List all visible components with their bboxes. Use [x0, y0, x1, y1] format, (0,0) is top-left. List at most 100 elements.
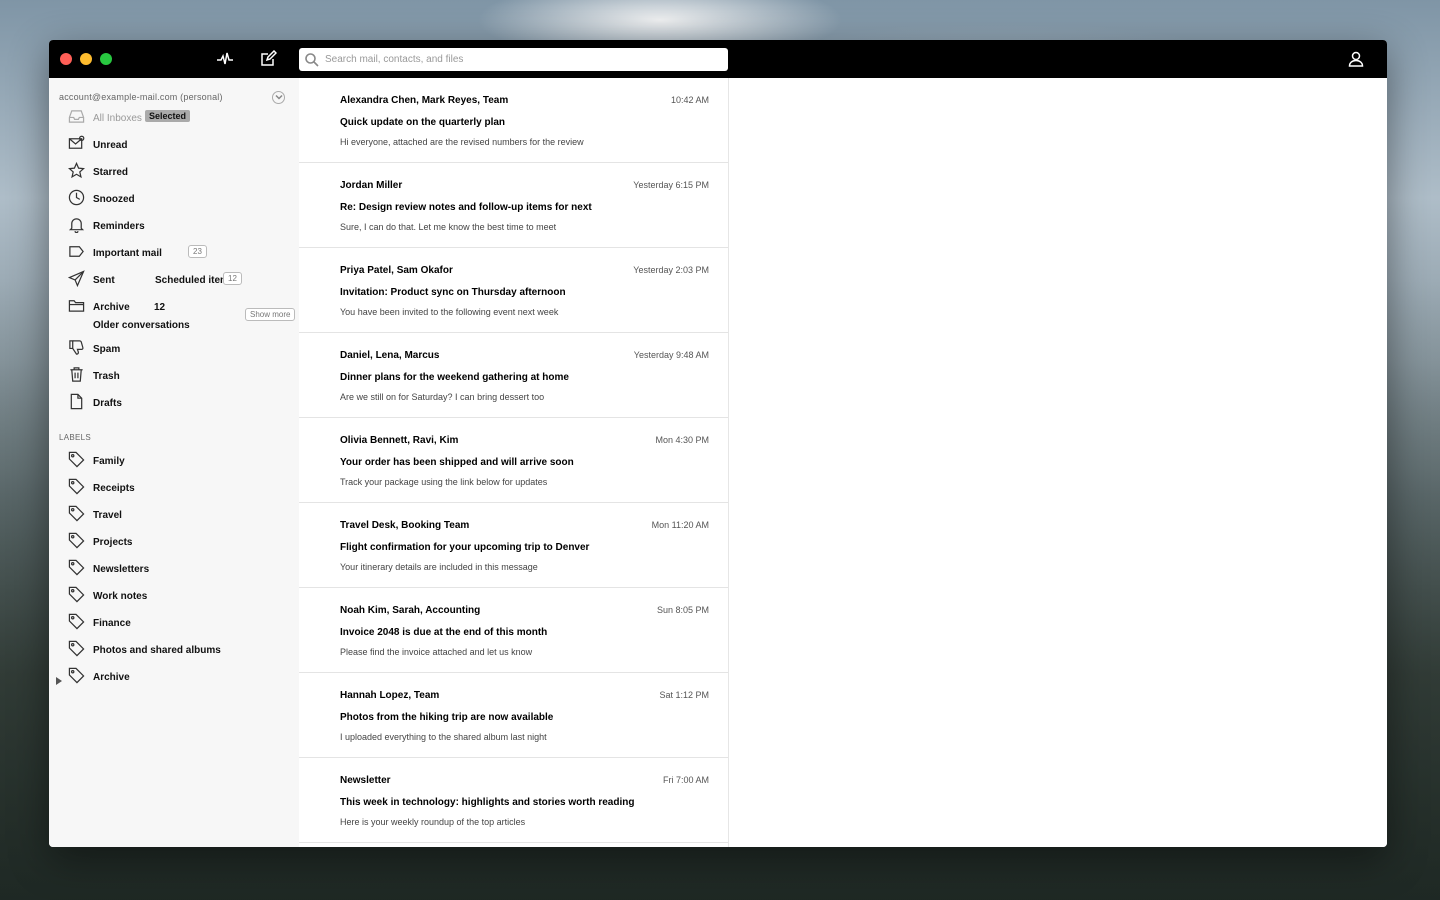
- message-row[interactable]: Noah Kim, Sarah, Accounting Sun 8:05 PM …: [299, 588, 728, 673]
- sidebar-item-reminders[interactable]: Reminders: [49, 213, 299, 240]
- message-preview: Track your package using the link below …: [340, 477, 548, 487]
- message-preview: Your itinerary details are included in t…: [340, 562, 538, 572]
- sidebar-item-unread[interactable]: Unread: [49, 132, 299, 159]
- minimize-button[interactable]: [80, 53, 92, 65]
- chevron-down-icon[interactable]: [272, 90, 285, 104]
- activity-icon[interactable]: [216, 50, 234, 68]
- message-subject: This week in technology: highlights and …: [340, 797, 635, 808]
- draft-icon: [68, 393, 86, 411]
- tag-icon: [68, 532, 86, 550]
- sidebar-label-item[interactable]: Projects: [49, 529, 299, 556]
- message-preview: Are we still on for Saturday? I can brin…: [340, 392, 545, 402]
- sidebar-item-label: Finance: [93, 618, 131, 629]
- sidebar-item-archive[interactable]: Archive 12 Older conversations Show more: [49, 294, 299, 338]
- search-bar[interactable]: [299, 48, 728, 71]
- message-subject: Invitation: Product sync on Thursday aft…: [340, 287, 566, 298]
- compose-icon[interactable]: [259, 49, 278, 68]
- sidebar-item-label: All Inboxes: [93, 113, 142, 124]
- sidebar-label-item[interactable]: Photos and shared albums: [49, 637, 299, 664]
- sidebar-item-starred[interactable]: Starred: [49, 159, 299, 186]
- message-time: Yesterday 2:03 PM: [633, 265, 709, 275]
- sidebar-label-item[interactable]: Finance: [49, 610, 299, 637]
- star-icon: [67, 161, 86, 180]
- sidebar-label-item[interactable]: Travel: [49, 502, 299, 529]
- tag-icon: [68, 451, 86, 469]
- message-sender: Alexandra Chen, Mark Reyes, Team: [340, 95, 509, 106]
- message-subject: Your order has been shipped and will arr…: [340, 457, 574, 468]
- message-sender: Noah Kim, Sarah, Accounting: [340, 605, 481, 616]
- sidebar: account@example-mail.com (personal) All …: [49, 78, 299, 847]
- zoom-button[interactable]: [100, 53, 112, 65]
- sidebar-item-drafts[interactable]: Drafts: [49, 390, 299, 417]
- message-subject: Photos from the hiking trip are now avai…: [340, 712, 554, 723]
- message-row[interactable]: Travel Desk, Booking Team Mon 11:20 AM F…: [299, 503, 728, 588]
- sidebar-label-item[interactable]: Work notes: [49, 583, 299, 610]
- sidebar-item-label: Sent: [93, 275, 115, 286]
- sidebar-item-all-inboxes[interactable]: All Inboxes Selected: [49, 105, 299, 132]
- sidebar-item-label: Archive: [93, 302, 130, 313]
- count-badge: 23: [188, 245, 207, 258]
- message-row[interactable]: Daniel, Lena, Marcus Yesterday 9:48 AM D…: [299, 333, 728, 418]
- message-preview: You have been invited to the following e…: [340, 307, 559, 317]
- sidebar-item-label: Work notes: [93, 591, 148, 602]
- toolbar: [49, 40, 1387, 78]
- sidebar-label-item[interactable]: Archive: [49, 664, 299, 691]
- sidebar-item-spam[interactable]: Spam: [49, 336, 299, 363]
- message-time: Sun 8:05 PM: [656, 605, 709, 615]
- account-row[interactable]: account@example-mail.com (personal): [59, 90, 285, 104]
- tag-icon: [68, 505, 86, 523]
- sidebar-label-item[interactable]: Newsletters: [49, 556, 299, 583]
- mail-window: account@example-mail.com (personal) All …: [49, 40, 1387, 847]
- message-subject: Dinner plans for the weekend gathering a…: [340, 372, 569, 383]
- message-time: Mon 4:30 PM: [655, 435, 709, 445]
- message-row[interactable]: Alexandra Chen, Mark Reyes, Team 10:42 A…: [299, 78, 728, 163]
- message-preview: Please find the invoice attached and let…: [340, 647, 533, 657]
- tag-icon: [68, 478, 86, 496]
- sidebar-item-label: Projects: [93, 537, 133, 548]
- sidebar-item-sent[interactable]: Sent Scheduled items 12: [49, 267, 299, 294]
- message-subject: Invoice 2048 is due at the end of this m…: [340, 627, 548, 638]
- tag-icon: [68, 559, 86, 577]
- message-row[interactable]: Hannah Lopez, Team Sat 1:12 PM Photos fr…: [299, 673, 728, 758]
- message-preview: Here is your weekly roundup of the top a…: [340, 817, 526, 827]
- sidebar-item-label: Unread: [93, 140, 128, 151]
- sidebar-item-label: Receipts: [93, 483, 135, 494]
- sidebar-item-label: Archive: [93, 672, 130, 683]
- message-time: 10:42 AM: [670, 95, 709, 105]
- sidebar-item-sub: Older conversations: [93, 320, 190, 331]
- message-subject: Flight confirmation for your upcoming tr…: [340, 542, 590, 553]
- sidebar-item-label: Travel: [93, 510, 122, 521]
- message-sender: Newsletter: [340, 775, 391, 786]
- sidebar-item-trash[interactable]: Trash: [49, 363, 299, 390]
- tag-icon: [68, 613, 86, 631]
- sidebar-item-extra: 12: [154, 302, 166, 313]
- message-sender: Priya Patel, Sam Okafor: [340, 265, 453, 276]
- tag-icon: [68, 667, 86, 685]
- sidebar-item-label: Drafts: [93, 398, 122, 409]
- message-row[interactable]: Newsletter Fri 7:00 AM This week in tech…: [299, 758, 728, 843]
- sidebar-item-label: Trash: [93, 371, 120, 382]
- message-row[interactable]: Priya Patel, Sam Okafor Yesterday 2:03 P…: [299, 248, 728, 333]
- message-row[interactable]: Olivia Bennett, Ravi, Kim Mon 4:30 PM Yo…: [299, 418, 728, 503]
- expand-triangle-icon[interactable]: [55, 672, 63, 685]
- message-sender: Jordan Miller: [340, 180, 403, 191]
- sidebar-item-snoozed[interactable]: Snoozed: [49, 186, 299, 213]
- tag-icon: [68, 586, 86, 604]
- user-icon[interactable]: [1347, 50, 1365, 68]
- sidebar-label-item[interactable]: Receipts: [49, 475, 299, 502]
- sidebar-item-label: Snoozed: [93, 194, 135, 205]
- message-subject: Quick update on the quarterly plan: [340, 117, 506, 128]
- bell-icon: [68, 216, 86, 234]
- sidebar-item-important[interactable]: Important mail 23: [49, 240, 299, 267]
- folder-icon: [68, 297, 86, 315]
- search-input[interactable]: [325, 50, 715, 69]
- sidebar-label-item[interactable]: Family: [49, 448, 299, 475]
- thumbs-down-icon: [68, 339, 86, 357]
- sidebar-item-label: Spam: [93, 344, 121, 355]
- close-button[interactable]: [60, 53, 72, 65]
- message-row[interactable]: Jordan Miller Yesterday 6:15 PM Re: Desi…: [299, 163, 728, 248]
- message-list: Alexandra Chen, Mark Reyes, Team 10:42 A…: [299, 78, 729, 847]
- show-more-button[interactable]: Show more: [245, 308, 296, 321]
- message-preview: I uploaded everything to the shared albu…: [340, 732, 547, 742]
- labels-heading: LABELS: [59, 433, 92, 442]
